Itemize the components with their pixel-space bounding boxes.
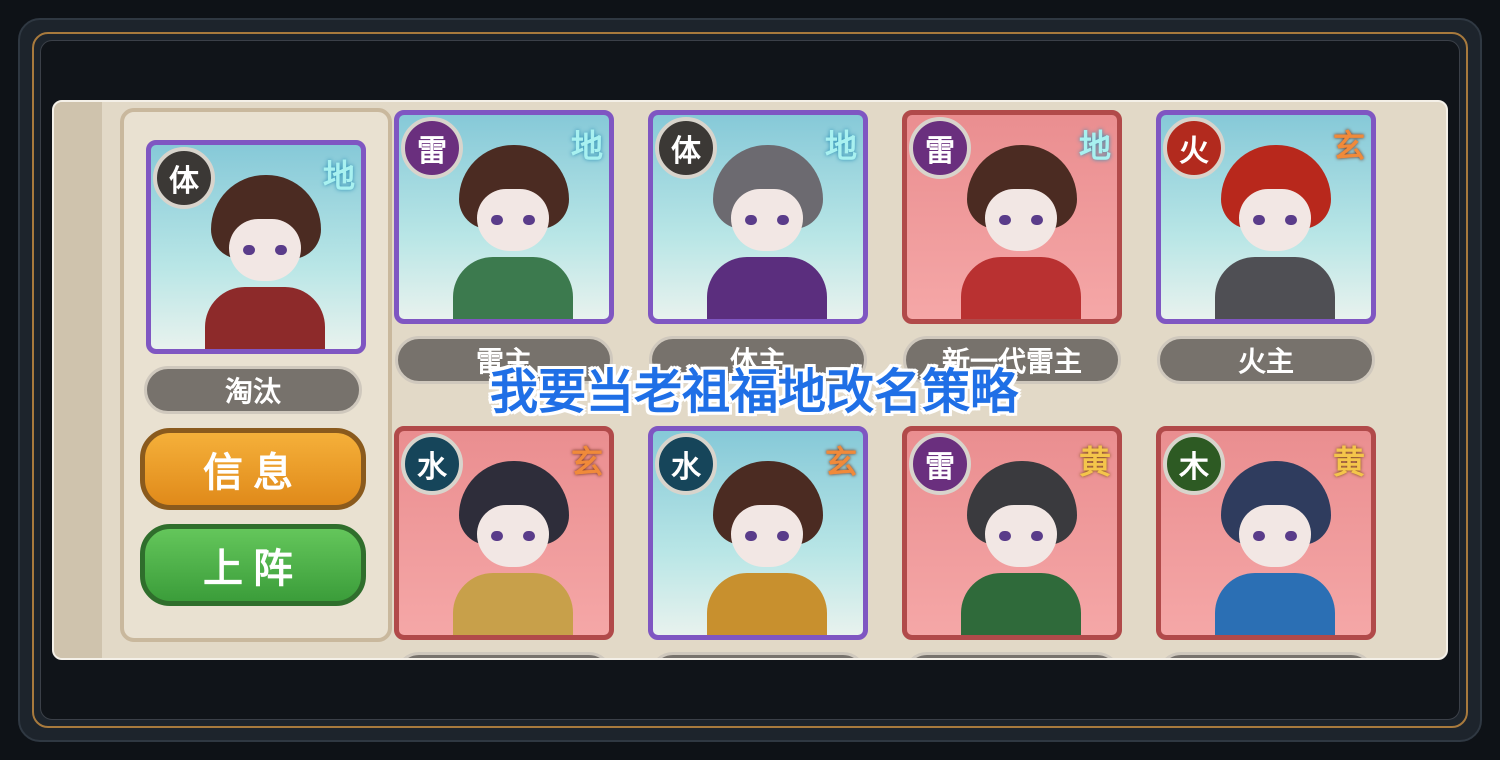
character-card[interactable]: 木黄 <box>1156 426 1376 640</box>
info-button[interactable]: 信息 <box>140 428 366 510</box>
element-badge: 体 <box>655 117 717 179</box>
element-badge: 雷 <box>909 117 971 179</box>
selected-name-pill: 淘汰 <box>144 366 362 414</box>
character-card[interactable]: 雷地 <box>394 110 614 324</box>
element-badge: 雷 <box>909 433 971 495</box>
game-screenshot: 体 地 淘汰 信息 上阵 雷地雷主体地体主雷地新一代雷主火玄火主水玄水主水玄雷黄… <box>52 100 1448 660</box>
character-card[interactable]: 火玄 <box>1156 110 1376 324</box>
character-portrait <box>1201 461 1341 635</box>
character-card[interactable]: 雷黄 <box>902 426 1122 640</box>
rank-badge: 黄 <box>1078 443 1111 481</box>
element-badge: 雷 <box>401 117 463 179</box>
character-name-pill <box>649 652 867 658</box>
rank-badge: 黄 <box>1332 443 1365 481</box>
character-name-pill <box>903 652 1121 658</box>
element-badge: 木 <box>1163 433 1225 495</box>
character-portrait <box>439 145 579 319</box>
overlay-title: 我要当老祖福地改名策略 <box>489 364 1018 420</box>
element-badge: 水 <box>401 433 463 495</box>
character-name-pill <box>1157 652 1375 658</box>
element-badge: 体 <box>153 147 215 209</box>
character-portrait <box>693 461 833 635</box>
deploy-button[interactable]: 上阵 <box>140 524 366 606</box>
rank-badge: 地 <box>824 127 857 165</box>
character-portrait <box>693 145 833 319</box>
rank-badge: 地 <box>570 127 603 165</box>
rank-badge: 玄 <box>1332 127 1365 165</box>
character-card[interactable]: 雷地 <box>902 110 1122 324</box>
character-portrait <box>1201 145 1341 319</box>
rank-badge: 地 <box>322 157 355 195</box>
character-portrait <box>439 461 579 635</box>
character-card[interactable]: 水玄 <box>648 426 868 640</box>
character-card[interactable]: 体地 <box>648 110 868 324</box>
rank-badge: 地 <box>1078 127 1111 165</box>
character-portrait <box>947 145 1087 319</box>
rank-badge: 玄 <box>570 443 603 481</box>
character-name-pill: 水主 <box>395 652 613 658</box>
character-portrait <box>191 175 331 349</box>
character-name-pill: 火主 <box>1157 336 1375 384</box>
selected-character-card[interactable]: 体 地 <box>146 140 366 354</box>
character-card[interactable]: 水玄 <box>394 426 614 640</box>
element-badge: 水 <box>655 433 717 495</box>
rank-badge: 玄 <box>824 443 857 481</box>
character-portrait <box>947 461 1087 635</box>
element-badge: 火 <box>1163 117 1225 179</box>
